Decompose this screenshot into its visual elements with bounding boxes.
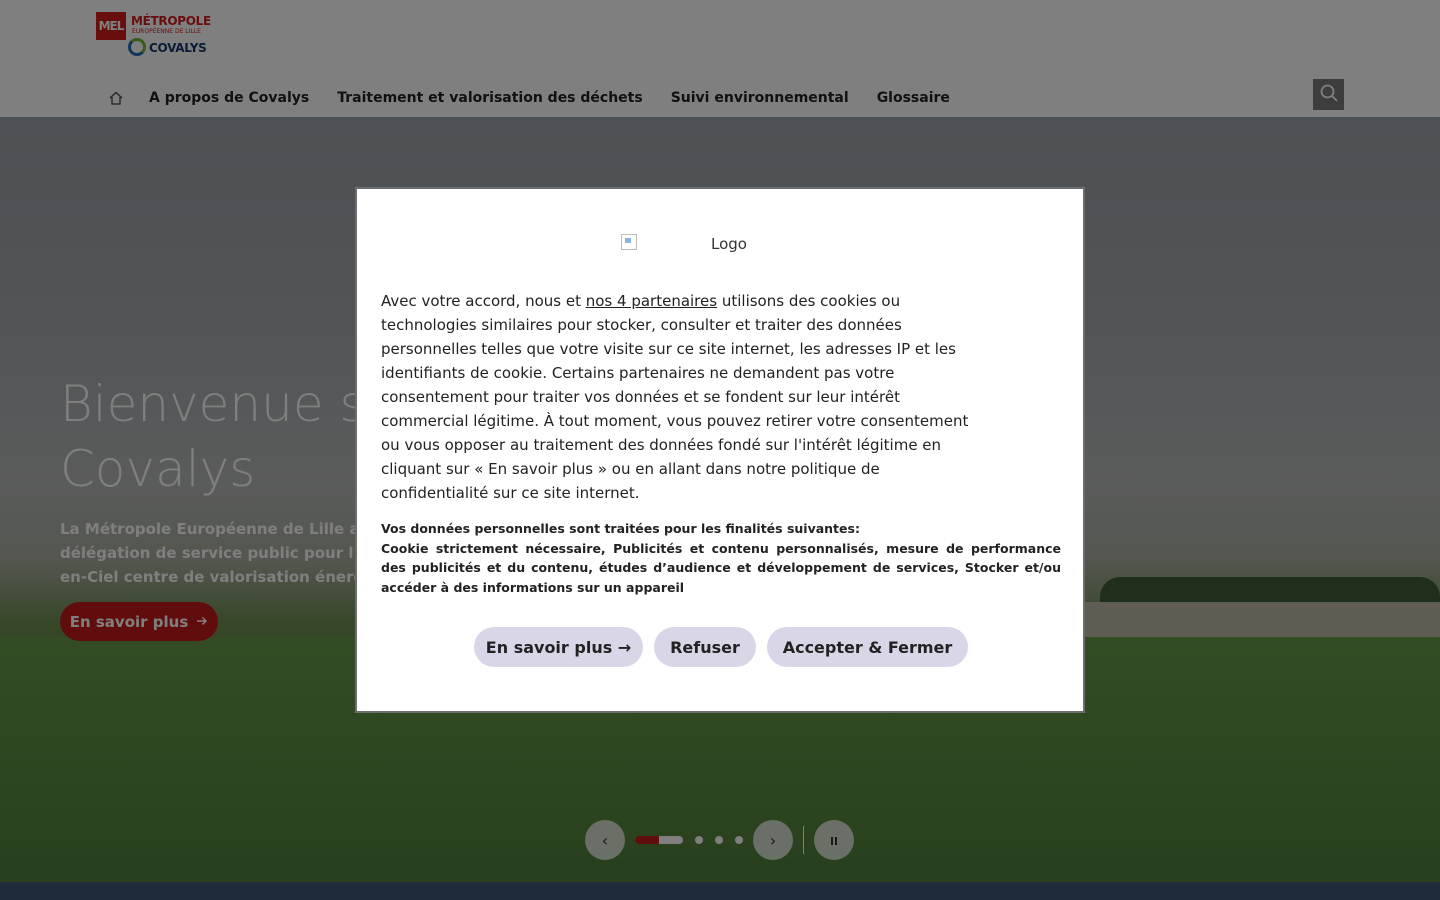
- consent-purposes: Vos données personnelles sont traitées p…: [381, 519, 1061, 597]
- consent-logo: Logo: [621, 234, 747, 253]
- accept-close-button[interactable]: Accepter & Fermer: [767, 627, 968, 667]
- purposes-title: Vos données personnelles sont traitées p…: [381, 521, 860, 536]
- purposes-list: Cookie strictement nécessaire, Publicité…: [381, 540, 1061, 595]
- cookie-consent-dialog: Logo Avec votre accord, nous et nos 4 pa…: [355, 187, 1085, 713]
- learn-more-button[interactable]: En savoir plus →: [474, 627, 643, 667]
- consent-logo-alt: Logo: [711, 235, 747, 253]
- refuse-button[interactable]: Refuser: [654, 627, 756, 667]
- consent-description: Avec votre accord, nous et nos 4 partena…: [381, 289, 981, 505]
- consent-text-main: utilisons des cookies ou technologies si…: [381, 292, 969, 502]
- consent-buttons: En savoir plus → Refuser Accepter & Ferm…: [474, 627, 968, 667]
- partners-link[interactable]: nos 4 partenaires: [586, 292, 717, 310]
- broken-image-icon: [621, 234, 637, 250]
- consent-text-intro: Avec votre accord, nous et: [381, 292, 586, 310]
